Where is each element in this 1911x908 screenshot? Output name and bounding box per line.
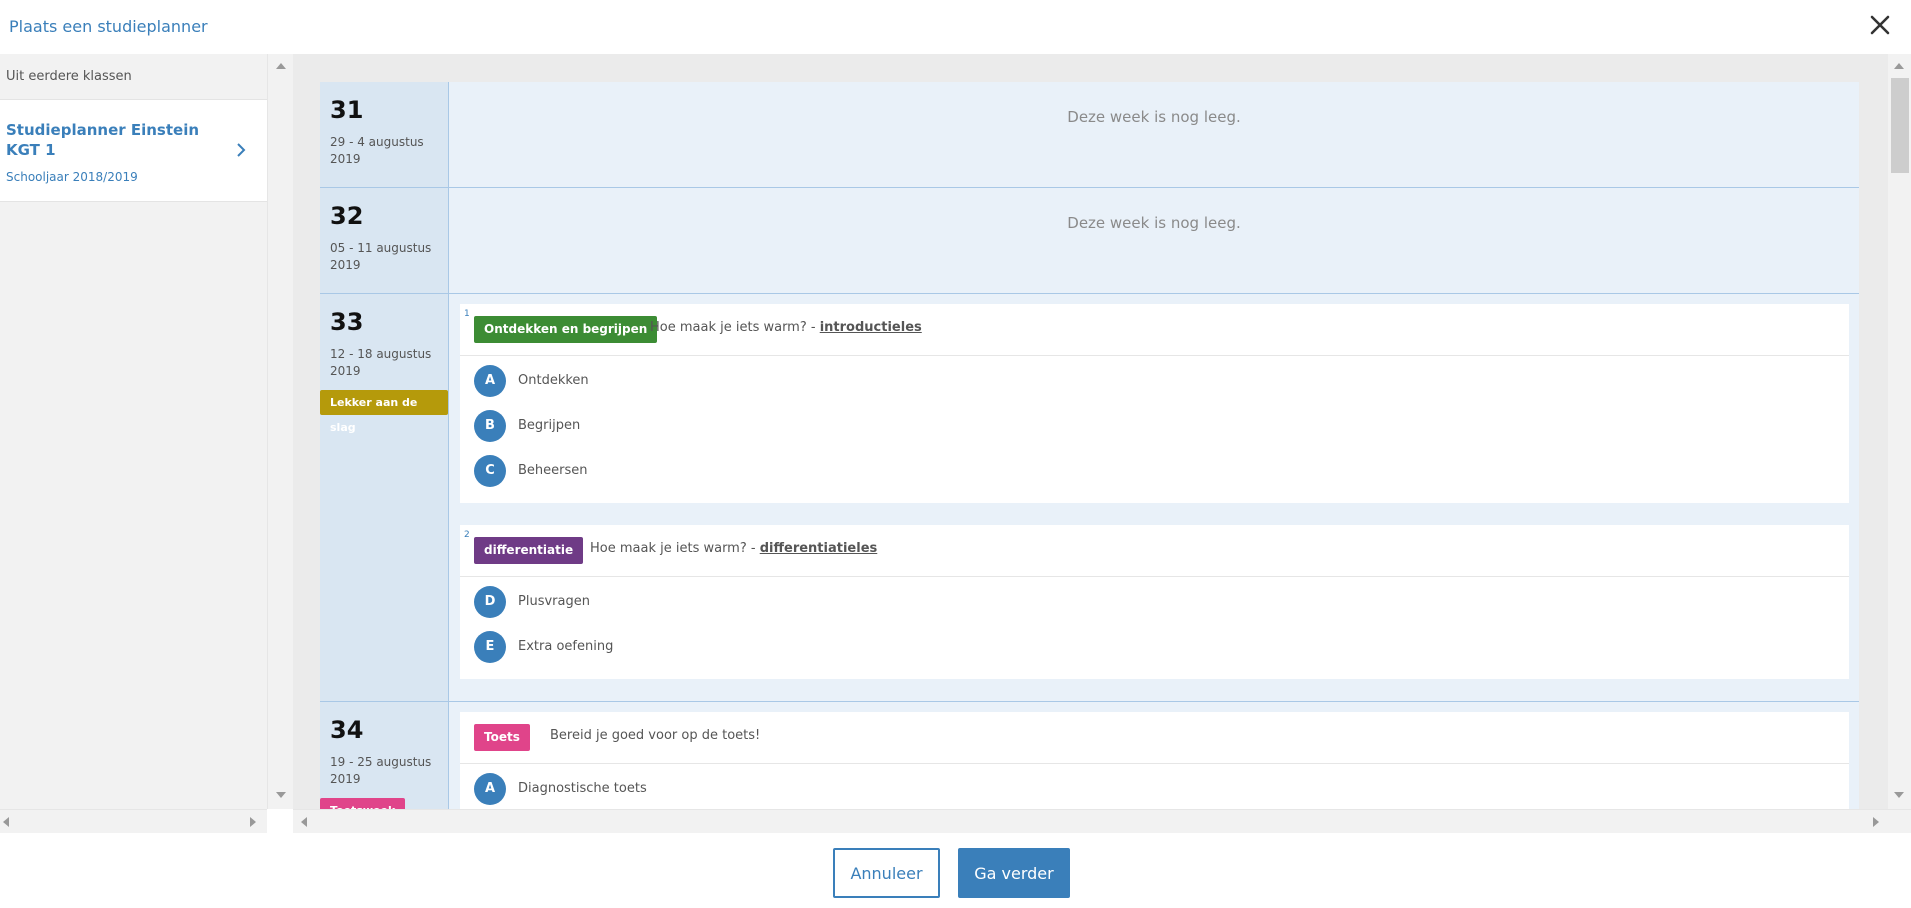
weeks-panel: 31 29 - 4 augustus 2019 Deze week is nog… xyxy=(293,54,1888,809)
week-number: 33 xyxy=(330,308,364,336)
studyplanner-school-year: Schooljaar 2018/2019 xyxy=(6,170,138,184)
week-row: 34 19 - 25 augustus 2019 Toetsweek Toets… xyxy=(320,702,1859,809)
step-letter: B xyxy=(474,410,506,442)
lesson-link[interactable]: introductieles xyxy=(820,320,922,335)
lesson-card[interactable]: 2 differentiatie Hoe maak je iets warm? … xyxy=(460,525,1849,679)
lesson-index: 1 xyxy=(464,309,470,319)
step-letter: A xyxy=(474,365,506,397)
lesson-header: Toets Bereid je goed voor op de toets! xyxy=(460,712,1849,764)
step-label: Beheersen xyxy=(518,463,588,478)
left-panel-header: Uit eerdere klassen xyxy=(0,54,267,100)
lesson-desc-text: Hoe maak je iets warm? - xyxy=(590,541,760,556)
modal-footer: Annuleer Ga verder xyxy=(0,833,1911,908)
left-panel: Uit eerdere klassen Studieplanner Einste… xyxy=(0,54,267,809)
lesson-step[interactable]: E Extra oefening xyxy=(460,625,1849,679)
lesson-step[interactable]: A Ontdekken xyxy=(460,359,1849,404)
step-label: Extra oefening xyxy=(518,639,614,654)
step-label: Plusvragen xyxy=(518,594,590,609)
lesson-card[interactable]: Toets Bereid je goed voor op de toets! A… xyxy=(460,712,1849,809)
scroll-down-arrow-icon[interactable] xyxy=(276,792,286,798)
step-letter: E xyxy=(474,631,506,663)
week-theme-badge: Lekker aan de slag xyxy=(320,390,448,434)
lesson-type-tag: differentiatie xyxy=(474,537,584,564)
lesson-step[interactable]: A Diagnostische toets xyxy=(460,767,1849,809)
step-letter: D xyxy=(474,586,506,618)
lesson-desc-text: Hoe maak je iets warm? - xyxy=(650,320,820,335)
scroll-down-arrow-icon[interactable] xyxy=(1894,792,1904,798)
studyplanner-title: Studieplanner Einstein KGT 1 xyxy=(6,121,200,159)
week-dates: 19 - 25 augustus 2019 xyxy=(330,755,432,786)
studyplanner-list-item[interactable]: Studieplanner Einstein KGT 1 Schooljaar … xyxy=(0,100,267,202)
scroll-up-arrow-icon[interactable] xyxy=(276,63,286,69)
week-side: 31 29 - 4 augustus 2019 xyxy=(320,82,449,187)
chevron-right-icon xyxy=(237,143,246,157)
week-empty-text: Deze week is nog leeg. xyxy=(1067,108,1241,126)
scroll-up-arrow-icon[interactable] xyxy=(1894,63,1904,69)
week-empty-text: Deze week is nog leeg. xyxy=(1067,214,1241,232)
cancel-button[interactable]: Annuleer xyxy=(833,848,940,898)
lesson-description: Bereid je goed voor op de toets! xyxy=(550,728,761,743)
scroll-right-arrow-icon[interactable] xyxy=(1873,817,1879,827)
lesson-header: 1 Ontdekken en begrijpen Hoe maak je iet… xyxy=(460,304,1849,356)
modal-header: Plaats een studieplanner xyxy=(0,0,1911,54)
left-vertical-scrollbar[interactable] xyxy=(267,54,293,809)
week-side: 32 05 - 11 augustus 2019 xyxy=(320,188,449,293)
week-side: 33 12 - 18 augustus 2019 Lekker aan de s… xyxy=(320,294,449,701)
lesson-step[interactable]: D Plusvragen xyxy=(460,580,1849,625)
step-letter: A xyxy=(474,773,506,805)
step-label: Ontdekken xyxy=(518,373,589,388)
week-number: 34 xyxy=(330,716,364,744)
modal-title: Plaats een studieplanner xyxy=(9,17,208,36)
lesson-description: Hoe maak je iets warm? - differentiatiel… xyxy=(590,541,877,556)
step-label: Begrijpen xyxy=(518,418,581,433)
step-label: Diagnostische toets xyxy=(518,781,647,796)
week-row: 32 05 - 11 augustus 2019 Deze week is no… xyxy=(320,188,1859,294)
week-dates: 29 - 4 augustus 2019 xyxy=(330,135,424,166)
close-icon[interactable] xyxy=(1867,12,1893,38)
continue-button[interactable]: Ga verder xyxy=(958,848,1070,898)
lesson-index: 2 xyxy=(464,530,470,540)
week-dates: 05 - 11 augustus 2019 xyxy=(330,241,432,272)
lesson-step[interactable]: C Beheersen xyxy=(460,449,1849,503)
main-vertical-scrollbar[interactable] xyxy=(1888,54,1911,809)
scroll-left-arrow-icon[interactable] xyxy=(3,817,9,827)
lesson-step[interactable]: B Begrijpen xyxy=(460,404,1849,449)
lesson-link[interactable]: differentiatieles xyxy=(760,541,878,556)
week-theme-badge: Toetsweek xyxy=(320,798,406,809)
left-horizontal-scrollbar[interactable] xyxy=(0,809,267,833)
lesson-card[interactable]: 1 Ontdekken en begrijpen Hoe maak je iet… xyxy=(460,304,1849,503)
main-horizontal-scrollbar[interactable] xyxy=(293,809,1911,833)
step-letter: C xyxy=(474,455,506,487)
lesson-header: 2 differentiatie Hoe maak je iets warm? … xyxy=(460,525,1849,577)
lesson-description: Hoe maak je iets warm? - introductieles xyxy=(650,320,922,335)
scrollbar-thumb[interactable] xyxy=(1891,78,1909,173)
lesson-type-tag: Ontdekken en begrijpen xyxy=(474,316,658,343)
week-number: 31 xyxy=(330,96,364,124)
lesson-type-tag: Toets xyxy=(474,724,530,751)
week-row: 33 12 - 18 augustus 2019 Lekker aan de s… xyxy=(320,294,1859,702)
week-dates: 12 - 18 augustus 2019 xyxy=(330,347,432,378)
week-number: 32 xyxy=(330,202,364,230)
scroll-right-arrow-icon[interactable] xyxy=(250,817,256,827)
week-row: 31 29 - 4 augustus 2019 Deze week is nog… xyxy=(320,82,1859,188)
week-side: 34 19 - 25 augustus 2019 Toetsweek xyxy=(320,702,449,809)
scroll-left-arrow-icon[interactable] xyxy=(301,817,307,827)
